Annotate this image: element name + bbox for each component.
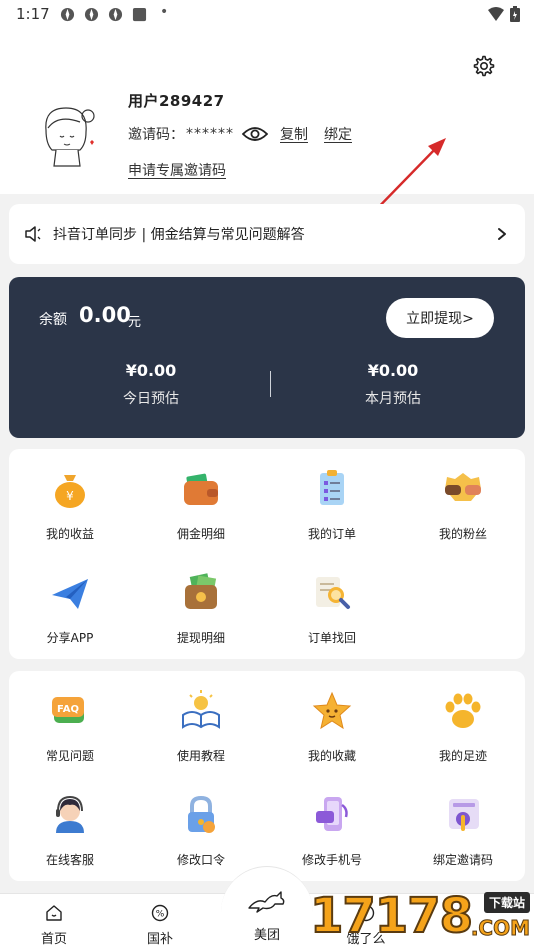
earnings-panel: ¥ 我的收益 佣金明细 我的订单 我的粉丝 分享APP 提现明细 订单找回 [9,449,525,659]
today-estimate-label: 今日预估 [123,391,179,407]
watermark-tag: 下载站 [483,892,530,913]
nav-label: 美团 [253,928,280,943]
discount-icon: % [151,904,169,922]
grid-item-label: 我的足迹 [438,749,487,763]
grid-item-label: 修改手机号 [301,853,362,867]
invite-code-label: 邀请码： [128,127,184,143]
grid-item-label: 使用教程 [176,749,225,763]
invite-code-row: 邀请码： ****** 复制 绑定 [128,124,352,144]
nav-subsidy[interactable]: % 国补 [130,904,190,947]
invite-code-masked: ****** [186,126,234,142]
money-bag-icon: ¥ [55,475,85,508]
app-notification-icon [84,7,99,22]
grid-item-commission-details[interactable]: 佣金明细 [151,467,251,542]
estimate-divider [270,371,271,397]
app-notification-icon [108,7,123,22]
grid-item-label: 我的收藏 [307,749,356,763]
grid-item-label: 订单找回 [307,631,356,645]
grid-item-label: 修改口令 [176,853,225,867]
grid-item-tutorial[interactable]: 使用教程 [151,689,251,764]
search-document-icon [316,577,350,609]
grid-item-label: 常见问题 [45,749,94,763]
grid-item-online-support[interactable]: 在线客服 [20,793,120,868]
balance-label: 余额 [39,312,67,328]
phone-icon [316,797,348,831]
app-notification-icon [60,7,75,22]
grid-item-change-password[interactable]: 修改口令 [151,793,251,868]
apply-invite-code-link[interactable]: 申请专属邀请码 [128,160,226,180]
grid-item-label: 佣金明细 [176,527,225,541]
status-dot: • [160,4,169,20]
grid-item-favorites[interactable]: 我的收藏 [282,689,382,764]
faq-icon: FAQ [52,697,84,723]
grid-item-label: 在线客服 [45,853,94,867]
status-bar: 1:17 • [0,0,534,30]
services-panel: FAQ 常见问题 使用教程 我的收藏 我的足迹 在线客服 修改口令 修改手机号 … [9,671,525,881]
today-estimate-value: ¥0.00 [125,361,177,380]
battery-icon [510,6,520,22]
grid-item-bind-invite-code[interactable]: 绑定邀请码 [413,793,513,868]
paper-plane-icon [52,579,88,609]
grid-item-label: 我的粉丝 [438,527,487,541]
paw-icon [445,693,481,728]
grid-item-label: 提现明细 [176,631,225,645]
clipboard-icon [320,470,344,505]
grid-item-withdraw-details[interactable]: 提现明细 [151,571,251,646]
balance-card: 余额 0.00 元 立即提现> ¥0.00 今日预估 ¥0.00 本月预估 [9,277,525,438]
book-icon [182,690,220,729]
nav-meituan[interactable]: 美团 [236,890,298,943]
today-estimate: ¥0.00 今日预估 [71,361,231,408]
watermark-domain: .COM [470,916,530,941]
profile-header: 用户289427 邀请码： ****** 复制 绑定 申请专属邀请码 [0,30,534,220]
svg-text:¥: ¥ [66,489,74,503]
avatar[interactable] [30,100,104,174]
eye-icon[interactable] [242,126,268,142]
nav-label: 国补 [146,932,173,947]
discount-glyph: % [156,910,165,920]
month-estimate-value: ¥0.00 [367,361,419,380]
square-notification-icon [132,7,147,22]
cash-wallet-icon [185,573,217,609]
month-estimate-label: 本月预估 [365,391,421,407]
grid-item-my-orders[interactable]: 我的订单 [282,467,382,542]
grid-item-my-earnings[interactable]: ¥ 我的收益 [20,467,120,542]
grid-item-label: 我的收益 [45,527,94,541]
grid-item-order-retrieval[interactable]: 订单找回 [282,571,382,646]
wifi-icon [488,7,504,21]
grid-item-footprints[interactable]: 我的足迹 [413,689,513,764]
support-agent-icon [56,795,84,833]
home-icon [46,905,62,921]
grid-item-label: 我的订单 [307,527,356,541]
handshake-icon [445,473,481,501]
speaker-icon [25,226,41,242]
notice-text: 抖音订单同步 | 佣金结算与常见问题解答 [53,227,305,243]
faq-badge: FAQ [57,704,79,715]
watermark-number: 17178 [309,887,474,945]
bind-code-icon [449,799,479,831]
nav-label: 首页 [40,932,67,947]
gear-icon[interactable] [472,54,496,78]
nav-home[interactable]: 首页 [24,904,84,947]
grid-item-change-phone[interactable]: 修改手机号 [282,793,382,868]
site-watermark: 17178 下载站 .COM [309,886,534,950]
grid-item-share-app[interactable]: 分享APP [20,571,120,646]
grid-item-faq[interactable]: FAQ 常见问题 [20,689,120,764]
copy-link[interactable]: 复制 [280,124,308,144]
wallet-icon [184,473,218,505]
balance-unit: 元 [128,315,142,330]
username: 用户289427 [128,92,225,110]
grid-item-label: 分享APP [46,631,94,645]
chevron-right-icon [498,228,506,240]
grid-item-label: 绑定邀请码 [432,853,493,867]
kangaroo-icon [248,891,285,913]
bind-link[interactable]: 绑定 [324,124,352,144]
star-icon [312,691,352,730]
month-estimate: ¥0.00 本月预估 [313,361,473,408]
grid-item-my-fans[interactable]: 我的粉丝 [413,467,513,542]
lock-icon [188,795,215,833]
balance-amount: 0.00 [79,303,131,327]
notice-bar[interactable]: 抖音订单同步 | 佣金结算与常见问题解答 [9,204,525,264]
withdraw-button[interactable]: 立即提现> [386,298,494,338]
status-time: 1:17 [16,5,50,23]
